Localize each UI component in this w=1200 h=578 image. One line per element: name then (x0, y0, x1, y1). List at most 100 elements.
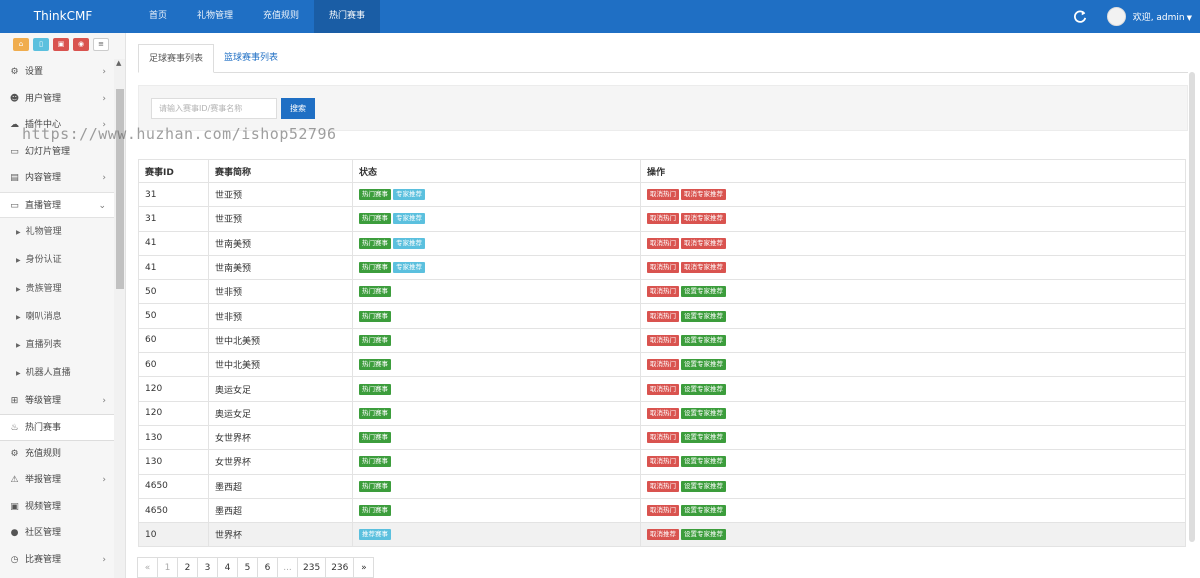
action-button[interactable]: 设置专家推荐 (681, 505, 726, 516)
cell-actions: 取消热门 取消专家推荐 (640, 254, 1186, 281)
cell-actions: 取消热门 取消专家推荐 (640, 206, 1186, 232)
status-badge: 专家推荐 (393, 237, 425, 249)
cell-status: 热门赛事 (352, 424, 641, 451)
action-button[interactable]: 设置专家推荐 (681, 383, 726, 395)
archive-icon: ▤ (10, 173, 19, 183)
action-button[interactable]: 取消专家推荐 (681, 213, 726, 225)
action-button[interactable]: 取消热门 (647, 262, 679, 274)
page-link[interactable]: 3 (197, 557, 218, 578)
sidebar-subitem[interactable]: ▶ 贵族管理 (0, 275, 114, 303)
search-input[interactable] (151, 97, 277, 119)
table-header-row: 赛事ID 赛事简称 状态 操作 (138, 159, 1186, 183)
page-link[interactable]: 4 (217, 557, 238, 578)
sidebar-subitem-label: 身份认证 (25, 255, 62, 266)
page-link[interactable]: 235 (297, 557, 327, 578)
page-link[interactable]: 236 (325, 557, 355, 578)
topnav-item-2[interactable]: 充值规则 (248, 0, 314, 33)
home-icon[interactable]: ⌂ (13, 37, 29, 51)
sidebar-item-label: 内容管理 (25, 173, 62, 183)
action-button[interactable]: 取消热门 (647, 359, 679, 371)
page-link[interactable]: » (353, 557, 375, 578)
sidebar-subitem[interactable]: ▶ 机器人直播 (0, 359, 114, 387)
action-button[interactable]: 取消热门 (647, 407, 679, 419)
action-button[interactable]: 设置专家推荐 (681, 286, 726, 298)
page-scroll-thumb[interactable] (1189, 72, 1195, 542)
tab-basketball[interactable]: 篮球赛事列表 (214, 44, 288, 73)
sidebar-subitem[interactable]: ▶ 身份认证 (0, 246, 114, 274)
avatar[interactable] (1106, 7, 1126, 26)
action-button[interactable]: 取消热门 (647, 480, 679, 492)
sidebar-item[interactable]: ☻ 用户管理 › (0, 86, 114, 113)
action-button[interactable]: 设置专家推荐 (681, 456, 726, 468)
cell-id: 41 (138, 230, 209, 256)
cell-status: 热门赛事 (352, 279, 641, 305)
page-link[interactable]: 5 (237, 557, 258, 578)
action-button[interactable]: 设置专家推荐 (681, 359, 726, 371)
sidebar-item[interactable]: ⚠ 举报管理 › (0, 467, 114, 494)
trash-icon[interactable]: ▣ (53, 37, 69, 51)
file-icon[interactable]: ▯ (33, 37, 49, 51)
sidebar-item[interactable]: ♨ 热门赛事 (0, 414, 114, 441)
action-button[interactable]: 取消热门 (647, 310, 679, 322)
action-button[interactable]: 取消热门 (647, 334, 679, 346)
page-link[interactable]: 6 (257, 557, 278, 578)
topnav-item-1[interactable]: 礼物管理 (182, 0, 248, 33)
action-button[interactable]: 设置专家推荐 (681, 310, 726, 322)
cell-name: 世亚预 (208, 181, 353, 208)
action-button[interactable]: 取消热门 (647, 286, 679, 298)
sidebar-item[interactable]: ▭ 直播管理 ⌄ (0, 191, 114, 218)
user-menu[interactable]: 欢迎, admin ▼ (1133, 10, 1192, 23)
sidebar-item-label: 设置 (25, 67, 44, 77)
page-link[interactable]: 2 (177, 557, 198, 578)
action-button[interactable]: 取消热门 (647, 383, 679, 395)
action-button[interactable]: 取消专家推荐 (681, 189, 726, 201)
action-button[interactable]: 设置专家推荐 (681, 480, 726, 492)
action-button[interactable]: 设置专家推荐 (681, 334, 726, 346)
table-row: 120 奥运女足 热门赛事 取消热门 设置专家推荐 (138, 376, 1186, 402)
sidebar-subitem[interactable]: ▶ 直播列表 (0, 331, 114, 359)
scroll-up-icon[interactable]: ▲ (116, 59, 121, 67)
brand-logo[interactable]: ThinkCMF (0, 0, 126, 33)
cell-id: 4650 (138, 497, 209, 524)
list-icon[interactable]: ≡ (93, 37, 109, 51)
power-icon[interactable]: ◉ (73, 37, 89, 51)
sidebar-item[interactable]: ● 社区管理 (0, 520, 114, 547)
action-button[interactable]: 取消推荐 (647, 529, 679, 541)
action-button[interactable]: 设置专家推荐 (681, 529, 726, 541)
warning-icon: ⚠ (10, 475, 19, 486)
sidebar-item[interactable]: ▣ 视频管理 (0, 494, 114, 521)
topnav-item-0[interactable]: 首页 (134, 0, 182, 33)
action-button[interactable]: 设置专家推荐 (681, 407, 726, 419)
refresh-icon[interactable] (1073, 10, 1087, 24)
tab-football[interactable]: 足球赛事列表 (138, 44, 215, 73)
action-button[interactable]: 取消专家推荐 (681, 237, 726, 249)
status-badge: 热门赛事 (359, 359, 391, 371)
sidebar-subitem[interactable]: ▶ 喇叭消息 (0, 303, 114, 331)
cell-name: 世界杯 (208, 522, 353, 548)
status-badge: 热门赛事 (359, 286, 391, 298)
sidebar-item[interactable]: ⚙ 充值规则 (0, 441, 114, 468)
cell-name: 墨西超 (208, 497, 353, 524)
cell-id: 120 (138, 376, 209, 402)
sidebar-item[interactable]: ▤ 内容管理 › (0, 165, 114, 192)
page-link: « (137, 557, 158, 578)
sidebar-subitem[interactable]: ▶ 礼物管理 (0, 218, 114, 246)
action-button[interactable]: 取消热门 (647, 189, 679, 201)
action-button[interactable]: 取消热门 (647, 237, 679, 249)
sidebar-item[interactable]: ⊞ 等级管理 › (0, 388, 114, 415)
search-button[interactable]: 搜索 (281, 97, 315, 119)
action-button[interactable]: 取消热门 (647, 456, 679, 468)
action-button[interactable]: 取消热门 (647, 505, 679, 516)
col-header-name: 赛事简称 (208, 159, 353, 183)
action-button[interactable]: 取消专家推荐 (681, 262, 726, 274)
sidebar-scroll-thumb[interactable] (116, 89, 124, 289)
clock-icon: ◷ (10, 554, 19, 565)
sidebar-item[interactable]: ⚙ 设置 › (0, 59, 114, 86)
cell-status: 热门赛事 (352, 327, 641, 354)
action-button[interactable]: 取消热门 (647, 432, 679, 444)
action-button[interactable]: 取消热门 (647, 213, 679, 225)
sidebar-item[interactable]: ◷ 比赛管理 › (0, 547, 114, 574)
action-button[interactable]: 设置专家推荐 (681, 432, 726, 444)
page-scrollbar[interactable] (1186, 44, 1198, 578)
topnav-item-3[interactable]: 热门赛事 (314, 0, 381, 33)
